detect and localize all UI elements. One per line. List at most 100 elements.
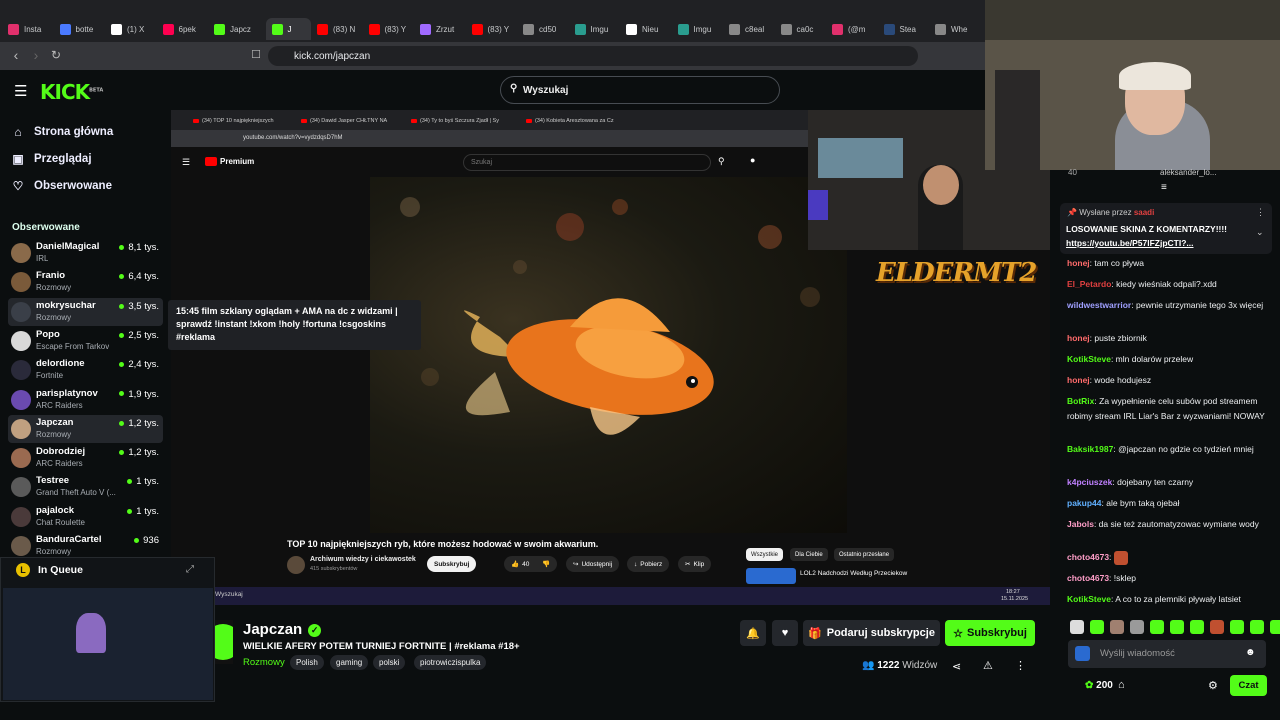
tab-favicon-icon bbox=[677, 23, 689, 35]
chevron-down-icon[interactable]: ⌄ bbox=[1256, 227, 1264, 238]
nav-following[interactable]: ♡ Obserwowane bbox=[12, 179, 112, 193]
browser-tab[interactable]: 6pek bbox=[162, 18, 209, 40]
browser-tab[interactable]: Japcz bbox=[214, 18, 260, 40]
emote-icon[interactable] bbox=[1110, 620, 1124, 634]
chat-username[interactable]: honej bbox=[1067, 258, 1090, 268]
emote-icon[interactable] bbox=[1070, 620, 1084, 634]
chat-username[interactable]: El_Petardo bbox=[1067, 279, 1111, 289]
browser-tab[interactable]: Whe bbox=[935, 18, 981, 40]
browser-tab[interactable]: c8eal bbox=[729, 18, 775, 40]
more-icon[interactable]: ⋮ bbox=[1256, 207, 1265, 218]
bookmark-icon[interactable]: ☐ bbox=[246, 48, 266, 61]
nav-browse[interactable]: ▣ Przeglądaj bbox=[12, 152, 91, 166]
chat-input[interactable]: Wyślij wiadomość bbox=[1068, 640, 1266, 668]
streamer-avatar[interactable] bbox=[215, 620, 233, 664]
followed-channel[interactable]: Franio Rozmowy 6,4 tys. bbox=[8, 268, 163, 296]
browser-tab[interactable]: cd50 bbox=[523, 18, 569, 40]
browser-tab[interactable]: Zrzut bbox=[420, 18, 466, 40]
stream-tag[interactable]: piotrowiczispulka bbox=[414, 655, 487, 670]
emoji-icon[interactable]: ☻ bbox=[1245, 647, 1256, 658]
followed-channel[interactable]: parisplatynov ARC Raiders 1,9 tys. bbox=[8, 386, 163, 414]
chat-collapse-icon[interactable]: ≡ bbox=[1161, 182, 1167, 193]
chat-username[interactable]: pakup44 bbox=[1067, 498, 1102, 508]
settings-gear-icon[interactable]: ⚙ bbox=[1208, 679, 1218, 692]
address-bar[interactable]: kick.com/japczan bbox=[268, 46, 918, 66]
emote-icon[interactable] bbox=[1190, 620, 1204, 634]
browser-tab[interactable]: (@m bbox=[832, 18, 878, 40]
browser-tab[interactable]: botte bbox=[59, 18, 106, 40]
chat-username[interactable]: BotRix bbox=[1067, 396, 1094, 406]
browser-tab[interactable]: Stea bbox=[883, 18, 930, 40]
browser-tab[interactable]: (1) X bbox=[111, 18, 157, 40]
stream-tag[interactable]: Polish bbox=[290, 655, 324, 670]
browser-tab[interactable]: Insta bbox=[8, 18, 54, 40]
emote-icon[interactable] bbox=[1150, 620, 1164, 634]
notification-bell-button[interactable]: 🔔 bbox=[740, 620, 766, 646]
chat-username[interactable]: k4pciuszek bbox=[1067, 477, 1112, 487]
emote-icon[interactable] bbox=[1090, 620, 1104, 634]
pinned-message[interactable]: 📌 Wysłane przez saadi LOSOWANIE SKINA Z … bbox=[1060, 203, 1272, 254]
streamer-name[interactable]: Japczan ✓ bbox=[243, 621, 322, 638]
browser-tab-label: (1) X bbox=[127, 24, 145, 34]
followed-channel[interactable]: delordione Fortnite 2,4 tys. bbox=[8, 356, 163, 384]
followed-channel[interactable]: pajalock Chat Roulette 1 tys. bbox=[8, 503, 163, 531]
browser-tab[interactable]: Imgu bbox=[574, 18, 621, 40]
stream-category[interactable]: Rozmowy bbox=[243, 657, 285, 668]
chat-username[interactable]: honej bbox=[1067, 333, 1090, 343]
mini-player[interactable] bbox=[0, 557, 215, 702]
emote-icon[interactable] bbox=[1270, 620, 1280, 634]
nav-home[interactable]: ⌂ Strona główna bbox=[12, 125, 113, 139]
emote-icon[interactable] bbox=[1250, 620, 1264, 634]
store-icon[interactable]: ⌂ bbox=[1118, 679, 1125, 691]
tab-favicon-icon bbox=[162, 23, 174, 35]
chat-username[interactable]: Baksik1987 bbox=[1067, 444, 1113, 454]
chat-username[interactable]: KotikSteve bbox=[1067, 594, 1111, 604]
home-icon: ⌂ bbox=[14, 125, 22, 139]
chat-username[interactable]: wildwestwarrior bbox=[1067, 300, 1131, 310]
channel-category: Fortnite bbox=[36, 371, 64, 381]
search-input[interactable]: ⚲ Wyszukaj bbox=[500, 76, 780, 104]
gift-subs-button[interactable]: 🎁 Podaruj subskrypcje bbox=[803, 620, 940, 646]
followed-channel[interactable]: mokrysuchar Rozmowy 3,5 tys. bbox=[8, 297, 163, 326]
share-icon[interactable]: ⋖ bbox=[952, 660, 961, 673]
followed-channel[interactable]: DanielMagical IRL 8,1 tys. bbox=[8, 239, 163, 267]
browser-tab[interactable]: ca0c bbox=[780, 18, 827, 40]
follow-heart-button[interactable]: ♥ bbox=[772, 620, 798, 646]
stream-tag[interactable]: polski bbox=[373, 655, 406, 670]
browser-tab[interactable]: (83) Y bbox=[471, 18, 518, 40]
send-chat-button[interactable]: Czat bbox=[1230, 675, 1267, 696]
menu-icon[interactable]: ☰ bbox=[14, 82, 27, 100]
forward-icon[interactable]: › bbox=[26, 47, 46, 63]
pinned-link[interactable]: https://youtu.be/P57lFZjpCTI?... bbox=[1066, 238, 1194, 248]
followed-channel[interactable]: Testree Grand Theft Auto V (... 1 tys. bbox=[8, 473, 163, 501]
browser-tab[interactable]: (83) Y bbox=[368, 18, 415, 40]
chat-username[interactable]: honej bbox=[1067, 375, 1090, 385]
chat-username[interactable]: choto4673 bbox=[1067, 573, 1109, 583]
report-icon[interactable]: ⚠ bbox=[983, 659, 993, 672]
chat-username[interactable]: Jabols bbox=[1067, 519, 1094, 529]
emote-icon[interactable] bbox=[1130, 620, 1144, 634]
browser-tab[interactable]: Imgu bbox=[677, 18, 724, 40]
channel-points[interactable]: ✿ 200 bbox=[1085, 680, 1113, 691]
reload-icon[interactable]: ↻ bbox=[46, 48, 66, 62]
expand-icon[interactable]: ⤢ bbox=[186, 564, 194, 575]
browser-tab[interactable]: J bbox=[265, 18, 311, 40]
channel-name: Franio bbox=[36, 270, 66, 282]
chat-username[interactable]: KotikSteve bbox=[1067, 354, 1111, 364]
emote-icon[interactable] bbox=[1210, 620, 1224, 634]
browser-tab[interactable]: Nieu bbox=[626, 18, 672, 40]
kick-logo[interactable]: KICKBETA bbox=[40, 80, 103, 104]
stream-tag[interactable]: gaming bbox=[330, 655, 369, 670]
embedded-tab-label: (34) Ty to byś Szczura Zjadł | Sy bbox=[420, 118, 499, 124]
emote-icon[interactable] bbox=[1170, 620, 1184, 634]
back-icon[interactable]: ‹ bbox=[6, 47, 26, 63]
followed-channel[interactable]: Japczan Rozmowy 1,2 tys. bbox=[8, 414, 163, 443]
chat-username[interactable]: choto4673 bbox=[1067, 552, 1109, 562]
more-icon[interactable]: ⋮ bbox=[1015, 659, 1026, 672]
followed-channel[interactable]: Popo Escape From Tarkov 2,5 tys. bbox=[8, 327, 163, 355]
subscribe-button[interactable]: ☆ Subskrybuj bbox=[945, 620, 1035, 646]
followed-channel[interactable]: BanduraCartel Rozmowy 936 bbox=[8, 532, 163, 560]
browser-tab[interactable]: (83) N bbox=[317, 18, 363, 40]
followed-channel[interactable]: Dobrodziej ARC Raiders 1,2 tys. bbox=[8, 444, 163, 472]
emote-icon[interactable] bbox=[1230, 620, 1244, 634]
